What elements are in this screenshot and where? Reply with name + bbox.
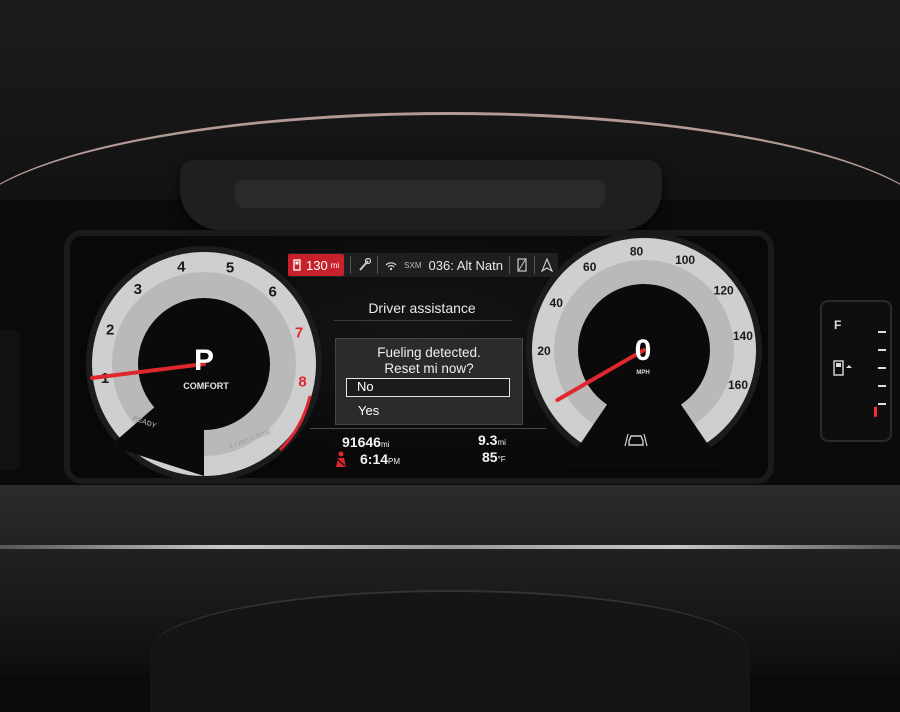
fueling-reset-dialog: Fueling detected. Reset mi now? No Yes bbox=[335, 338, 523, 425]
satellite-radio-icon bbox=[384, 259, 398, 271]
fuel-gauge-panel: F bbox=[820, 300, 892, 442]
speed-tick-40: 40 bbox=[550, 296, 564, 310]
tach-tick-7: 7 bbox=[295, 325, 303, 342]
tach-tick-3: 3 bbox=[134, 281, 142, 298]
tach-tick-8: 8 bbox=[298, 373, 306, 390]
speed-tick-120: 120 bbox=[714, 284, 734, 298]
speed-unit: MPH bbox=[636, 370, 650, 376]
trip-distance-value: 9.3 bbox=[478, 432, 498, 448]
fuel-range-badge: 130 mi bbox=[288, 254, 345, 276]
seatbelt-warning-icon bbox=[336, 451, 346, 467]
title-divider bbox=[334, 320, 512, 321]
fuel-level-bar bbox=[874, 406, 877, 417]
temperature-unit: °F bbox=[497, 455, 506, 464]
speed-readout: 0 bbox=[634, 334, 652, 367]
trip-divider bbox=[310, 428, 546, 429]
wrench-icon bbox=[357, 258, 372, 272]
driver-assist-car-icon bbox=[624, 433, 648, 447]
odometer-value: 91646 bbox=[342, 434, 381, 450]
chrome-trim bbox=[0, 545, 900, 549]
fuel-pump-icon bbox=[293, 259, 301, 271]
status-divider bbox=[377, 256, 379, 274]
option-yes-button[interactable]: Yes bbox=[348, 402, 518, 420]
speed-tick-160: 160 bbox=[728, 378, 748, 392]
fuel-range-unit: mi bbox=[330, 260, 340, 270]
status-divider bbox=[533, 256, 535, 274]
steering-wheel bbox=[150, 590, 750, 712]
virtual-cockpit-screen: 12345678 20 40 60 80 100 120 140 160 130 mi SXM … bbox=[70, 236, 768, 478]
status-divider bbox=[508, 256, 510, 274]
drive-mode: COMFORT bbox=[183, 381, 229, 391]
status-divider bbox=[350, 256, 352, 274]
speed-tick-80: 80 bbox=[630, 244, 644, 258]
tach-tick-5: 5 bbox=[226, 260, 234, 277]
trip-distance-unit: mi bbox=[497, 438, 506, 447]
instrument-hood bbox=[180, 160, 662, 230]
tach-tick-4: 4 bbox=[177, 259, 186, 276]
dialog-message-line1: Fueling detected. bbox=[377, 345, 481, 360]
navigation-arrow-icon bbox=[540, 258, 553, 272]
speed-tick-20: 20 bbox=[537, 344, 551, 358]
clock-time: 6:14 bbox=[360, 451, 389, 467]
odometer: 91646mi bbox=[342, 434, 389, 450]
temperature-value: 85 bbox=[482, 449, 498, 465]
tach-tick-2: 2 bbox=[106, 321, 114, 338]
trip-distance: 9.3mi bbox=[478, 432, 506, 448]
dialog-message-line2: Reset mi now? bbox=[384, 361, 474, 376]
dialog-message: Fueling detected. Reset mi now? bbox=[336, 345, 522, 377]
left-control-edge bbox=[0, 330, 20, 470]
trip-info: 91646mi 6:14PM 9.3mi 85°F bbox=[310, 428, 546, 472]
phone-signal-icon bbox=[516, 258, 528, 272]
panel-title: Driver assistance bbox=[368, 300, 476, 316]
sxm-label: SXM bbox=[404, 260, 422, 270]
option-no-button[interactable]: No bbox=[346, 378, 510, 397]
fuel-range-value: 130 bbox=[306, 257, 328, 273]
fuel-level-scale bbox=[874, 331, 886, 417]
clock: 6:14PM bbox=[360, 451, 400, 467]
hood-inner bbox=[235, 180, 605, 208]
clock-suffix: PM bbox=[388, 457, 401, 466]
speed-tick-100: 100 bbox=[675, 253, 695, 267]
tach-tick-6: 6 bbox=[269, 283, 277, 300]
status-bar: 130 mi SXM 036: Alt Natn bbox=[288, 253, 558, 277]
odometer-unit: mi bbox=[380, 440, 390, 449]
gear-indicator: P bbox=[193, 344, 214, 377]
radio-channel: 036: Alt Natn bbox=[428, 257, 503, 273]
speed-tick-140: 140 bbox=[733, 329, 753, 343]
outside-temperature: 85°F bbox=[482, 449, 506, 465]
speed-tick-60: 60 bbox=[583, 260, 597, 274]
